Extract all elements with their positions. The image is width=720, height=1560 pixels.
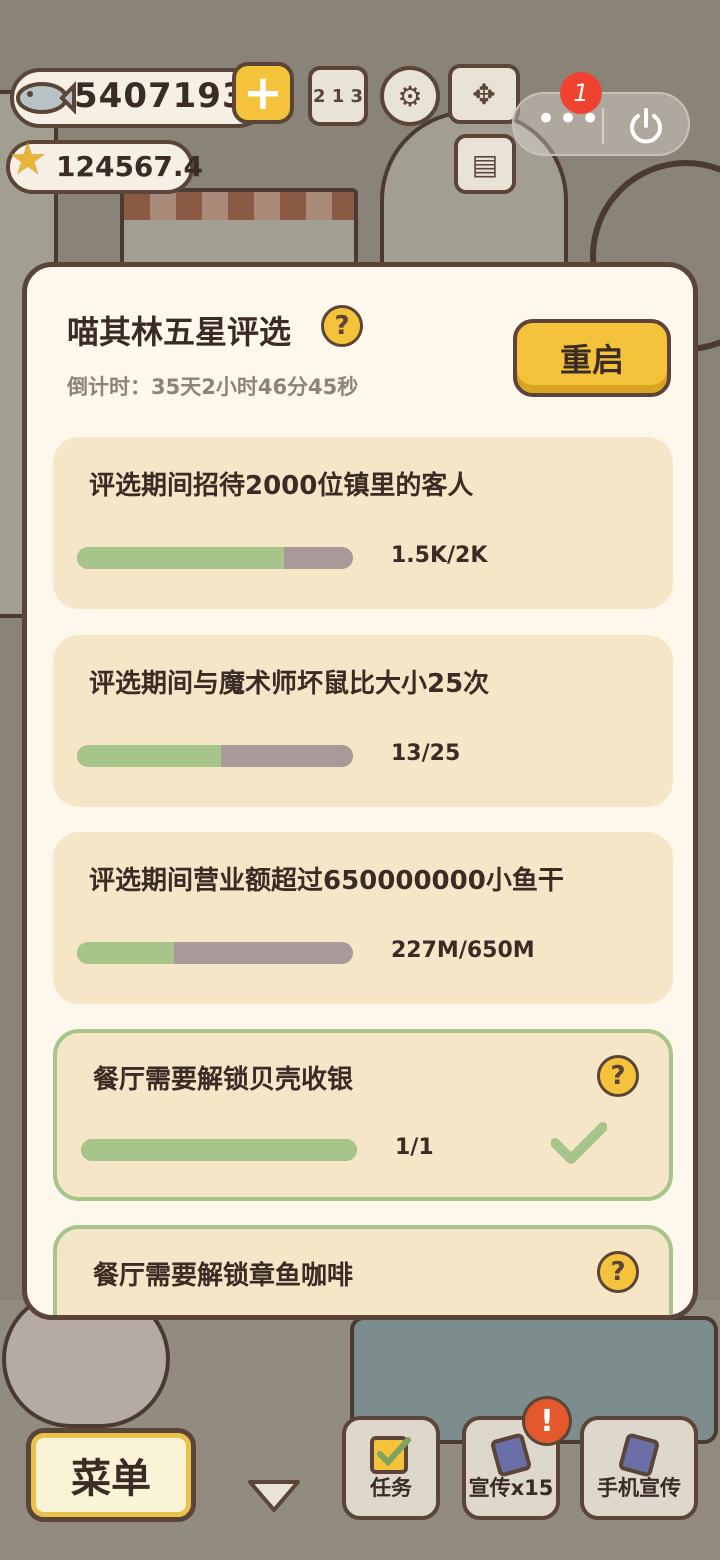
task-card: 评选期间营业额超过650000000小鱼干 227M/650M <box>53 832 673 1004</box>
progress-text: 227M/650M <box>391 938 535 963</box>
help-glyph: ? <box>334 311 350 341</box>
help-icon[interactable]: ? <box>321 305 363 347</box>
paw-book-icon: ✥ <box>472 77 496 111</box>
notification-badge: 1 <box>560 72 602 114</box>
power-icon[interactable] <box>624 104 668 148</box>
capsule-divider <box>602 108 604 144</box>
progress-text: 1/1 <box>395 1135 434 1160</box>
checkmark-icon <box>551 1122 607 1164</box>
star-icon: ★ <box>8 134 48 185</box>
cat-book-button[interactable]: ✥ <box>448 64 520 124</box>
progress-bar <box>77 942 353 964</box>
newspaper-button[interactable]: ▤ <box>454 134 516 194</box>
panel-title: 喵其林五星评选 <box>67 313 292 351</box>
ranking-button[interactable]: 2 1 3 <box>308 66 368 126</box>
podium-icon: 2 1 3 <box>312 85 364 107</box>
fish-icon <box>16 81 76 115</box>
tasks-button[interactable]: 任务 <box>342 1416 440 1520</box>
task-label: 餐厅需要解锁章鱼咖啡 <box>93 1261 354 1291</box>
phone-promo-button[interactable]: 手机宣传 <box>580 1416 698 1520</box>
restart-button[interactable]: 重启 <box>513 319 671 397</box>
mini-program-capsule: ••• <box>512 92 690 156</box>
michelin-rating-panel: 喵其林五星评选 ? 倒计时：35天2小时46分45秒 重启 评选期间招待2000… <box>22 262 698 1320</box>
promo-label: 宣传x15 <box>468 1476 554 1500</box>
task-label: 餐厅需要解锁贝壳收银 <box>93 1065 354 1095</box>
progress-fill <box>77 547 284 569</box>
task-card: 评选期间与魔术师坏鼠比大小25次 13/25 <box>53 635 673 807</box>
progress-fill <box>77 942 174 964</box>
help-glyph: ? <box>610 1257 626 1287</box>
help-glyph: ? <box>610 1061 626 1091</box>
progress-text: 13/25 <box>391 741 461 766</box>
tasks-label: 任务 <box>370 1476 412 1500</box>
progress-bar <box>81 1139 357 1161</box>
fish-currency-display: 5407193 <box>10 68 268 128</box>
gear-icon: ⚙ <box>397 79 423 113</box>
help-icon[interactable]: ? <box>597 1251 639 1293</box>
countdown-timer: 倒计时：35天2小时46分45秒 <box>67 375 359 399</box>
task-label: 评选期间招待2000位镇里的客人 <box>89 471 474 501</box>
task-label: 评选期间营业额超过650000000小鱼干 <box>89 866 564 896</box>
progress-bar <box>77 547 353 569</box>
task-card-completed: 餐厅需要解锁贝壳收银 ? 1/1 <box>53 1029 673 1201</box>
phone-promo-label: 手机宣传 <box>597 1476 681 1500</box>
task-card: 评选期间招待2000位镇里的客人 1.5K/2K <box>53 437 673 609</box>
progress-fill <box>77 745 221 767</box>
menu-button[interactable]: 菜单 <box>26 1428 196 1522</box>
star-currency-value: 124567.4 <box>56 150 204 183</box>
alert-icon: ! <box>522 1396 572 1446</box>
task-label: 评选期间与魔术师坏鼠比大小25次 <box>89 669 490 699</box>
star-currency-display: ★ 124567.4 <box>6 134 203 194</box>
plus-icon: + <box>242 65 284 121</box>
progress-fill <box>81 1139 357 1161</box>
help-icon[interactable]: ? <box>597 1055 639 1097</box>
add-currency-button[interactable]: + <box>232 62 294 124</box>
newspaper-icon: ▤ <box>471 147 499 181</box>
chevron-down-icon[interactable] <box>246 1476 302 1516</box>
settings-button[interactable]: ⚙ <box>380 66 440 126</box>
progress-text: 1.5K/2K <box>391 543 488 568</box>
progress-bar <box>77 745 353 767</box>
task-card-completed: 餐厅需要解锁章鱼咖啡 ? <box>53 1225 673 1315</box>
fish-currency-value: 5407193 <box>74 76 247 116</box>
